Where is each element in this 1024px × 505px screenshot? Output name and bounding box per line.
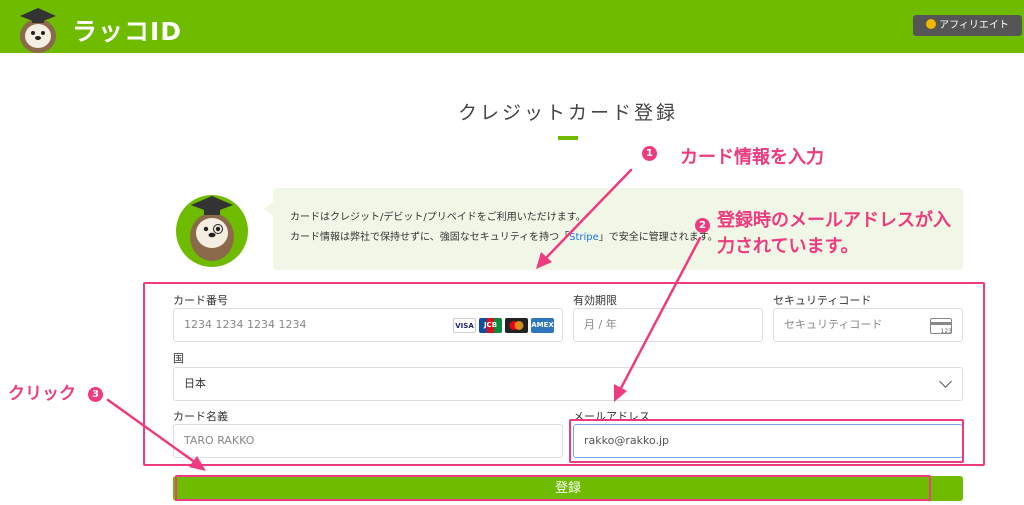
step2-text-line2: 力されています。 bbox=[717, 236, 859, 257]
annotation-arrows bbox=[106, 168, 702, 471]
step3-number-badge: 3 bbox=[88, 387, 103, 402]
step1-text: カード情報を入力 bbox=[680, 147, 824, 168]
step2-text-line1: 登録時のメールアドレスが入 bbox=[717, 210, 951, 231]
step3-text: クリック bbox=[8, 384, 76, 404]
step1-number-badge: 1 bbox=[642, 146, 657, 161]
step2-number-badge: 2 bbox=[695, 218, 710, 233]
